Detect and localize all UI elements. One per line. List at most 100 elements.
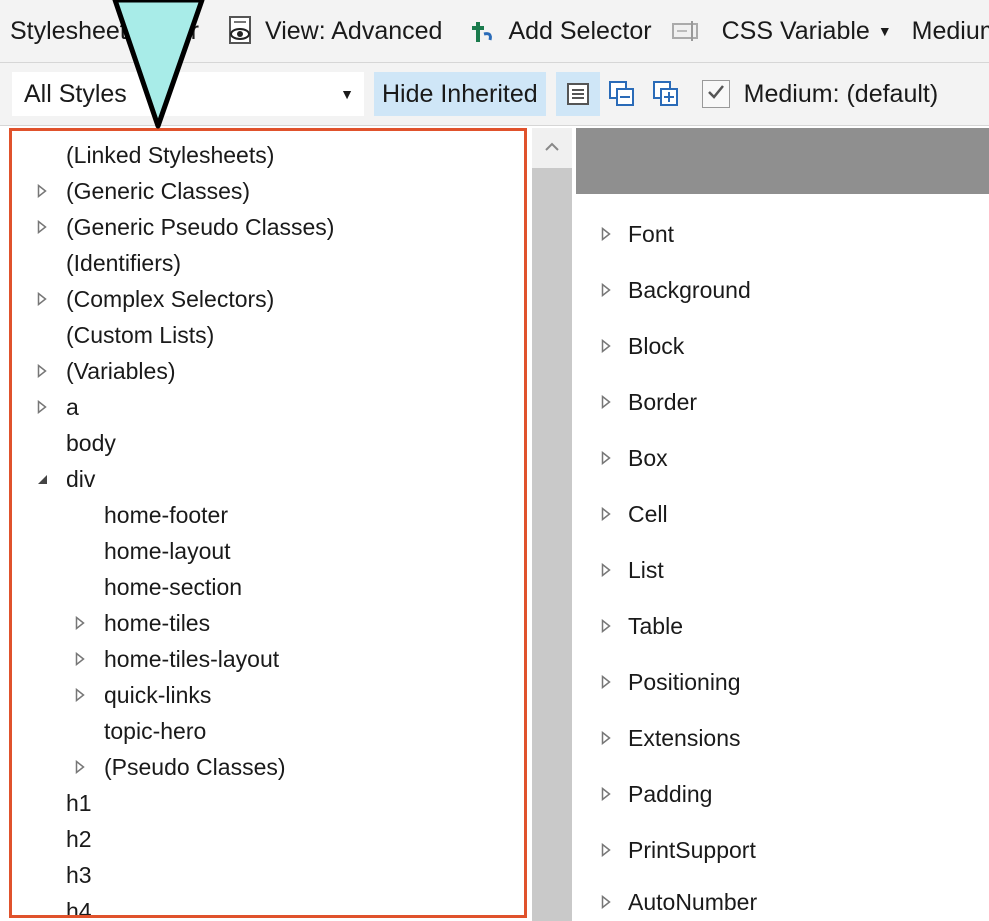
collapsed-triangle-icon[interactable] (596, 843, 616, 857)
tree-item[interactable]: (Linked Stylesheets) (32, 137, 274, 173)
document-eye-icon (227, 16, 253, 46)
property-category-label: Border (628, 388, 698, 415)
add-selector-button[interactable]: Add Selector (460, 7, 661, 55)
tree-item-label: home-section (104, 573, 243, 600)
property-header-band (576, 128, 989, 194)
styles-filter-select[interactable]: All Styles ▼ (12, 72, 364, 116)
tree-item[interactable]: div (32, 461, 95, 497)
tree-item[interactable]: h4 (32, 893, 92, 916)
insert-variable-button[interactable] (662, 7, 712, 55)
property-category[interactable]: Font (596, 216, 674, 252)
collapsed-triangle-icon[interactable] (596, 675, 616, 689)
tree-item[interactable]: home-tiles (70, 605, 210, 641)
property-category[interactable]: Cell (596, 496, 668, 532)
medium-dropdown[interactable]: Medium ▼ (902, 7, 989, 55)
tree-item[interactable]: (Pseudo Classes) (70, 749, 286, 785)
tree-item[interactable]: (Variables) (32, 353, 176, 389)
tree-item[interactable]: quick-links (70, 677, 211, 713)
chevron-up-icon (544, 139, 560, 157)
tree-item[interactable]: home-tiles-layout (70, 641, 279, 677)
stylesheet-editor-button[interactable]: Stylesheet Editor (0, 7, 209, 55)
collapsed-triangle-icon[interactable] (596, 507, 616, 521)
expand-all-button[interactable] (644, 72, 688, 116)
property-category[interactable]: Background (596, 272, 751, 308)
property-category[interactable]: Extensions (596, 720, 741, 756)
tree-item-label: home-footer (104, 501, 229, 528)
collapsed-triangle-icon[interactable] (596, 283, 616, 297)
tree-item[interactable]: home-footer (70, 497, 228, 533)
tree-item[interactable]: h2 (32, 821, 92, 857)
medium-label: Medium (911, 16, 989, 45)
collapsed-triangle-icon[interactable] (596, 787, 616, 801)
collapsed-triangle-icon[interactable] (596, 731, 616, 745)
scroll-up-button[interactable] (532, 128, 572, 168)
show-properties-toggle[interactable] (555, 72, 600, 116)
tree-item-label: (Complex Selectors) (66, 285, 275, 312)
tree-item[interactable]: (Generic Pseudo Classes) (32, 209, 334, 245)
collapsed-triangle-icon[interactable] (70, 688, 90, 702)
view-mode-button[interactable]: View: Advanced (217, 7, 452, 55)
property-category[interactable]: Padding (596, 776, 712, 812)
tree-item-label: home-layout (104, 537, 231, 564)
tree-item[interactable]: a (32, 389, 79, 425)
property-category[interactable]: Positioning (596, 664, 741, 700)
collapsed-triangle-icon[interactable] (32, 292, 52, 306)
medium-default-checkbox[interactable] (701, 80, 730, 108)
property-category[interactable]: Table (596, 608, 683, 644)
stylesheet-editor-label: Stylesheet Editor (10, 16, 199, 45)
collapse-all-icon (608, 80, 636, 108)
property-category[interactable]: Box (596, 440, 668, 476)
tree-item[interactable]: (Complex Selectors) (32, 281, 274, 317)
collapsed-triangle-icon[interactable] (596, 395, 616, 409)
property-category[interactable]: Border (596, 384, 697, 420)
collapsed-triangle-icon[interactable] (596, 563, 616, 577)
collapsed-triangle-icon[interactable] (32, 184, 52, 198)
tree-item-label: topic-hero (104, 717, 207, 744)
collapsed-triangle-icon[interactable] (596, 227, 616, 241)
add-selector-label: Add Selector (508, 16, 652, 45)
tree-item-label: quick-links (104, 681, 212, 708)
tree-item[interactable]: (Custom Lists) (32, 317, 214, 353)
tree-item-label: (Linked Stylesheets) (66, 141, 275, 168)
property-list-icon (565, 81, 591, 107)
collapsed-triangle-icon[interactable] (596, 895, 616, 909)
add-selector-icon (470, 18, 496, 44)
property-category[interactable]: Block (596, 328, 684, 364)
collapsed-triangle-icon[interactable] (32, 220, 52, 234)
collapsed-triangle-icon[interactable] (70, 760, 90, 774)
view-mode-label: View: Advanced (265, 16, 443, 45)
collapsed-triangle-icon[interactable] (70, 652, 90, 666)
hide-inherited-toggle[interactable]: Hide Inherited (374, 72, 546, 116)
tree-item[interactable]: topic-hero (70, 713, 206, 749)
tree-item[interactable]: (Identifiers) (32, 245, 181, 281)
property-category-label: Cell (628, 500, 668, 527)
collapsed-triangle-icon[interactable] (70, 616, 90, 630)
property-category[interactable]: List (596, 552, 664, 588)
selector-tree: (Linked Stylesheets) (Generic Classes) (Ge… (9, 128, 527, 918)
css-variable-dropdown[interactable]: CSS Variable ▼ (712, 7, 902, 55)
main-toolbar: Stylesheet Editor View: Advanced Add Sel… (0, 0, 989, 63)
tree-item[interactable]: body (32, 425, 116, 461)
chevron-down-icon: ▼ (340, 86, 354, 102)
tree-item[interactable]: h1 (32, 785, 92, 821)
tree-item-label: body (66, 429, 116, 456)
collapsed-triangle-icon[interactable] (596, 451, 616, 465)
collapsed-triangle-icon[interactable] (32, 364, 52, 378)
collapsed-triangle-icon[interactable] (32, 400, 52, 414)
tree-item[interactable]: home-section (70, 569, 242, 605)
scrollbar-thumb[interactable] (532, 168, 572, 921)
expanded-triangle-icon[interactable] (32, 473, 52, 485)
medium-default-label: Medium: (default) (743, 79, 939, 108)
vertical-scrollbar[interactable] (532, 128, 572, 921)
tree-item[interactable]: h3 (32, 857, 92, 893)
collapsed-triangle-icon[interactable] (596, 339, 616, 353)
tree-item-label: home-tiles (104, 609, 211, 636)
tree-item-label: h2 (66, 825, 92, 852)
tree-item[interactable]: home-layout (70, 533, 231, 569)
tree-item[interactable]: (Generic Classes) (32, 173, 250, 209)
collapse-all-button[interactable] (600, 72, 644, 116)
collapsed-triangle-icon[interactable] (596, 619, 616, 633)
property-category[interactable]: PrintSupport (596, 832, 756, 868)
property-category-label: Block (628, 332, 685, 359)
property-category[interactable]: AutoNumber (596, 884, 757, 920)
